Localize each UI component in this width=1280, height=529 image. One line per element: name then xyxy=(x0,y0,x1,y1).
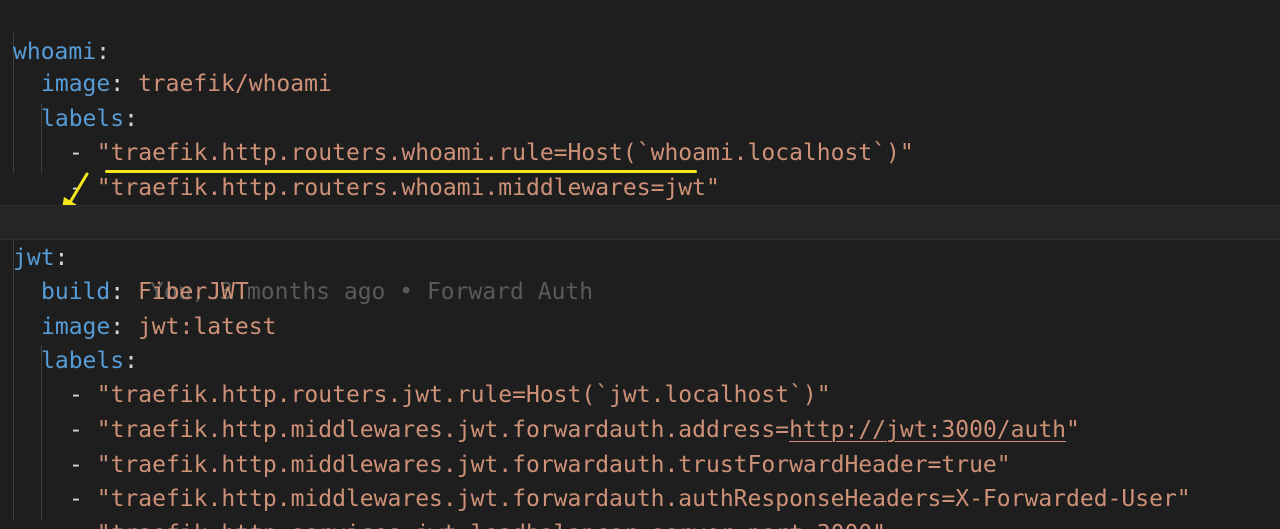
code-line[interactable]: image: traefik/whoami xyxy=(0,32,1280,97)
list-dash: - xyxy=(69,521,97,529)
code-line[interactable]: - "traefik.http.middlewares.jwt.forwarda… xyxy=(0,378,1280,443)
code-line[interactable]: - "traefik.http.middlewares.jwt.forwarda… xyxy=(0,413,1280,478)
code-line[interactable]: - "traefik.http.routers.whoami.rule=Host… xyxy=(0,101,1280,166)
yaml-value: traefik.http.services.jwt.loadbalancer.s… xyxy=(111,521,873,529)
code-line[interactable]: labels: xyxy=(0,309,1280,374)
quote-close: " xyxy=(872,521,886,529)
code-line[interactable]: - "traefik.http.routers.jwt.rule=Host(`j… xyxy=(0,343,1280,408)
code-line[interactable]: image: jwt:latest xyxy=(0,275,1280,340)
code-editor[interactable]: whoami: image: traefik/whoami labels: - … xyxy=(0,0,1280,529)
code-line[interactable]: build: FiberJWT xyxy=(0,240,1280,305)
code-line-current[interactable]: jwt: You, 3 months ago • Forward Auth xyxy=(0,205,1280,305)
code-line[interactable]: - "traefik.http.services.jwt.loadbalance… xyxy=(0,482,1280,529)
quote-open: " xyxy=(96,174,111,201)
code-line[interactable]: - "traefik.http.middlewares.jwt.forwarda… xyxy=(0,447,1280,512)
annotation-underline xyxy=(105,170,697,173)
code-line[interactable]: whoami: xyxy=(0,0,1280,65)
code-line[interactable]: labels: xyxy=(0,67,1280,132)
yaml-value: traefik.http.routers.whoami.middlewares=… xyxy=(110,174,706,201)
code-line[interactable]: - "traefik.http.routers.whoami.middlewar… xyxy=(0,136,1280,201)
quote-close: " xyxy=(706,174,720,201)
quote-open: " xyxy=(97,521,111,529)
